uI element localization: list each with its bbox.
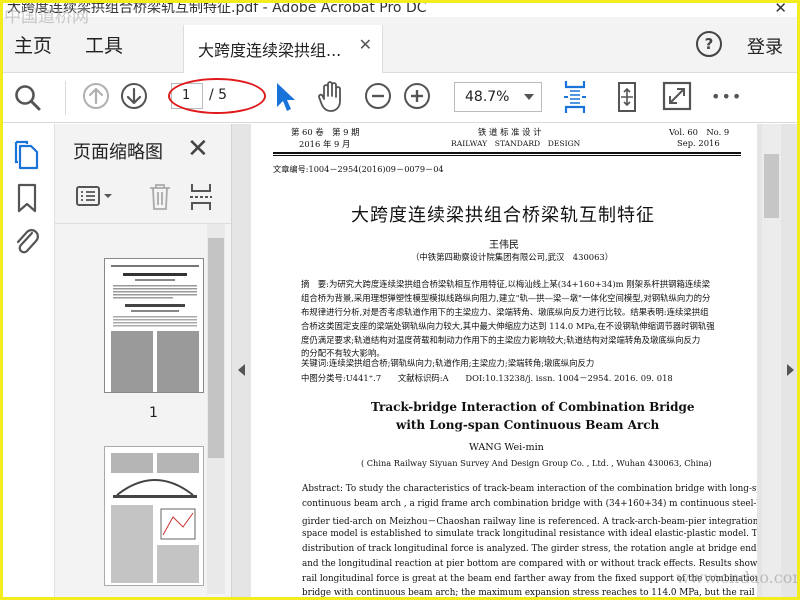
thumbnail-2-preview <box>105 447 203 585</box>
document-tab[interactable]: 大跨度连续梁拱组... ✕ <box>183 25 383 73</box>
abstract-en-line: continuous beam arch , a rigid frame arc… <box>302 499 757 509</box>
left-navigation-rail <box>3 124 55 597</box>
more-tools-icon[interactable]: ••• <box>711 87 742 106</box>
keywords-cn: 关键词:连续梁拱组合桥;钢轨纵向力;轨道作用;主梁应力;梁端转角;墩底纵向反力 <box>301 358 595 368</box>
thumbnail-1-label: 1 <box>149 405 158 421</box>
extract-pages-icon[interactable] <box>188 182 214 212</box>
annotation-highlight-oval <box>168 78 266 114</box>
watermark-bottom: www.cndao.com <box>676 568 800 587</box>
hand-tool-icon[interactable] <box>315 79 347 113</box>
zoom-value: 48.7% <box>465 89 510 105</box>
fit-page-icon[interactable] <box>560 79 590 115</box>
abstract-cn-line: 度仍满足要求;轨道结构对温度荷载和制动力作用下的主梁应力影响较大;轨道结构对梁端… <box>301 335 701 345</box>
page-thumbnail-1[interactable] <box>104 258 204 393</box>
attachment-icon[interactable] <box>13 226 41 258</box>
window-title-bar: 大跨度连续梁拱组合桥梁轨互制特征.pdf - Adobe Acrobat Pro… <box>3 3 797 17</box>
expand-right-panel-icon[interactable] <box>787 364 794 376</box>
thumbnail-options-icon[interactable] <box>75 184 115 210</box>
menu-bar: 主页 工具 大跨度连续梁拱组... ✕ ? 登录 <box>3 17 797 73</box>
toolbar: 1 / 5 48.7% ••• <box>3 73 797 123</box>
full-screen-icon[interactable] <box>661 80 693 112</box>
collapse-left-panel-icon[interactable] <box>238 364 245 376</box>
previous-page-icon[interactable] <box>81 81 111 111</box>
abstract-en-line: distribution of track longitudinal force… <box>302 544 757 554</box>
paper-title-cn: 大跨度连续梁拱组合桥梁轨互制特征 <box>351 205 655 226</box>
window-close-button[interactable]: ✕ <box>774 3 787 17</box>
menu-home[interactable]: 主页 <box>14 31 52 58</box>
zoom-select[interactable]: 48.7% <box>454 82 542 112</box>
document-tab-close-icon[interactable]: ✕ <box>359 35 372 54</box>
chevron-down-icon <box>524 94 534 100</box>
trash-icon[interactable] <box>147 182 173 212</box>
help-icon[interactable]: ? <box>696 31 722 57</box>
document-tab-label: 大跨度连续梁拱组... <box>198 41 342 60</box>
page-thumbnails-panel: 页面缩略图 ✕ 1 <box>55 124 232 597</box>
paper-title-en-line1: Track-bridge Interaction of Combination … <box>371 400 695 414</box>
page-thumbnails-icon[interactable] <box>13 140 41 170</box>
document-scrollbar[interactable] <box>762 124 781 597</box>
abstract-cn-line: 摘 要:为研究大跨度连续梁拱组合桥梁轨相互作用特征,以梅汕线上某(34+160+… <box>301 279 710 289</box>
journal-name-cn: 铁 道 标 准 设 计 <box>478 127 542 137</box>
menu-tools[interactable]: 工具 <box>85 31 123 58</box>
next-page-icon[interactable] <box>119 81 149 111</box>
affiliation-cn: （中铁第四勘察设计院集团有限公司,武汉 430063） <box>411 252 614 262</box>
panel-title: 页面缩略图 <box>73 142 163 163</box>
abstract-cn-line: 组合桥为背景,采用理想弹塑性模型模拟线路纵向阻力,建立"轨—拱—梁—墩"一体化空… <box>301 293 711 303</box>
bookmark-icon[interactable] <box>15 182 39 214</box>
toolbar-separator <box>65 81 66 115</box>
thumbnail-scrollbar[interactable] <box>207 224 225 594</box>
abstract-cn-line: 布规律进行分析,对是否考虑轨道作用下的主梁应力、梁端转角、墩底纵向反力进行比较。… <box>301 307 709 317</box>
abstract-en-line: bridge with continuous beam arch; the ma… <box>302 588 755 597</box>
abstract-en-line: Abstract: To study the characteristics o… <box>302 484 757 494</box>
journal-volume-en: Vol. 60 No. 9 <box>669 127 730 137</box>
author-cn: 王伟民 <box>489 240 519 251</box>
article-number: 文章编号:1004－2954(2016)09－0079－04 <box>273 164 444 174</box>
search-icon[interactable] <box>13 83 43 113</box>
journal-volume: 第 60 卷 第 9 期 <box>291 127 360 137</box>
abstract-en-line: girder tied-arch on Meizhou－Chaoshan rai… <box>302 517 757 527</box>
rotate-page-icon[interactable] <box>611 79 643 115</box>
login-button[interactable]: 登录 <box>747 33 783 59</box>
thumbnail-scrollbar-thumb[interactable] <box>208 238 224 458</box>
journal-name-en: RAILWAY STANDARD DESIGN <box>451 139 581 148</box>
author-en: WANG Wei-min <box>469 442 544 453</box>
classification-line: 中图分类号:U441⁺.7 文献标识码:A DOI:10.13238/j. is… <box>301 373 673 383</box>
document-scrollbar-thumb[interactable] <box>764 154 779 218</box>
select-cursor-icon[interactable] <box>273 81 297 113</box>
journal-date-en: Sep. 2016 <box>677 138 720 148</box>
header-rule <box>273 152 741 156</box>
paper-title-en-line2: with Long-span Continuous Beam Arch <box>396 418 660 432</box>
panel-toolbar <box>55 170 231 224</box>
journal-date: 2016 年 9 月 <box>299 139 351 149</box>
pdf-page: 第 60 卷 第 9 期 2016 年 9 月 铁 道 标 准 设 计 RAIL… <box>251 124 757 597</box>
panel-close-icon[interactable]: ✕ <box>187 134 209 164</box>
abstract-cn-line: 合桥这类固定支座的梁端处钢轨纵向力较大,其中最大伸缩应力达到 114.0 MPa… <box>301 321 715 331</box>
thumbnail-1-preview <box>105 259 203 392</box>
page-thumbnail-2[interactable] <box>104 446 204 586</box>
zoom-out-icon[interactable] <box>363 81 393 111</box>
zoom-in-icon[interactable] <box>402 81 432 111</box>
affiliation-en: ( China Railway Siyuan Survey And Design… <box>361 458 712 468</box>
abstract-en-line: space model is established to simulate t… <box>302 529 757 539</box>
watermark-top: 中国道桥网 <box>4 7 89 27</box>
